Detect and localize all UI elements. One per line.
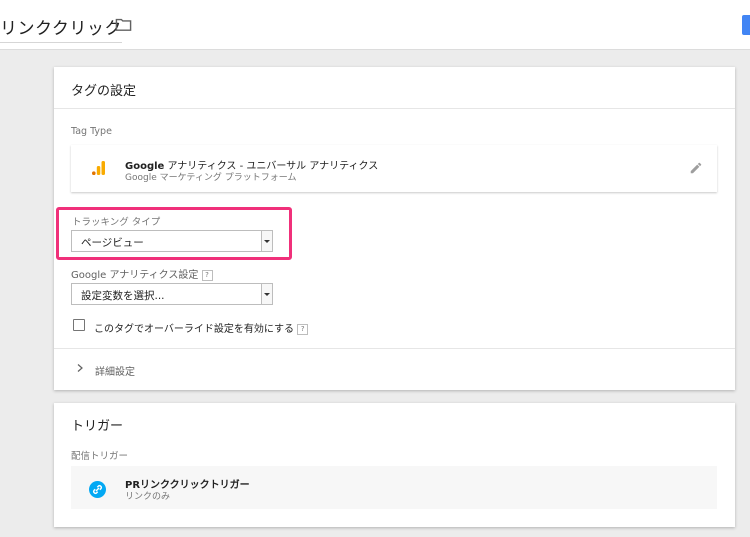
ga-settings-label: Google アナリティクス設定 ? bbox=[71, 266, 213, 281]
tag-config-header[interactable]: タグの設定 bbox=[54, 67, 735, 109]
override-label[interactable]: このタグでオーバーライド設定を有効にする ? bbox=[94, 320, 309, 335]
edit-icon[interactable] bbox=[689, 161, 703, 175]
chevron-right-icon[interactable] bbox=[77, 364, 83, 372]
tag-name-title[interactable]: リンククリック bbox=[0, 14, 122, 43]
override-checkbox[interactable] bbox=[73, 319, 85, 331]
chevron-down-icon bbox=[261, 231, 272, 251]
tag-type-subtitle: Google マーケティング プラットフォーム bbox=[125, 173, 297, 183]
tracking-type-label: トラッキング タイプ bbox=[72, 217, 161, 228]
trigger-subtitle: リンクのみ bbox=[125, 492, 171, 502]
help-icon[interactable]: ? bbox=[201, 269, 213, 281]
tag-type-label: Tag Type bbox=[71, 126, 112, 137]
chevron-down-icon bbox=[261, 284, 272, 304]
trigger-title: トリガー bbox=[71, 419, 124, 434]
trigger-tile[interactable]: PRリンククリックトリガー リンクのみ bbox=[71, 466, 717, 509]
advanced-settings-toggle[interactable]: 詳細設定 bbox=[95, 363, 135, 378]
trigger-card: トリガー 配信トリガー PRリンククリックトリガー リンクのみ bbox=[54, 403, 735, 527]
tag-config-title: タグの設定 bbox=[71, 84, 137, 99]
link-icon bbox=[89, 481, 106, 498]
folder-icon[interactable] bbox=[115, 17, 132, 32]
advanced-divider bbox=[54, 348, 735, 349]
ga-settings-select[interactable]: 設定変数を選択... bbox=[71, 283, 273, 305]
top-bar: リンククリック bbox=[0, 0, 750, 50]
tracking-type-value: ページビュー bbox=[81, 237, 144, 249]
analytics-icon bbox=[92, 161, 105, 175]
ga-settings-value: 設定変数を選択... bbox=[81, 290, 165, 302]
tracking-type-select[interactable]: ページビュー bbox=[71, 230, 273, 252]
save-button-edge[interactable] bbox=[742, 15, 750, 35]
firing-trigger-label: 配信トリガー bbox=[71, 451, 129, 462]
help-icon[interactable]: ? bbox=[297, 323, 309, 335]
tag-type-tile[interactable]: Google アナリティクス - ユニバーサル アナリティクス Google マ… bbox=[71, 145, 717, 192]
